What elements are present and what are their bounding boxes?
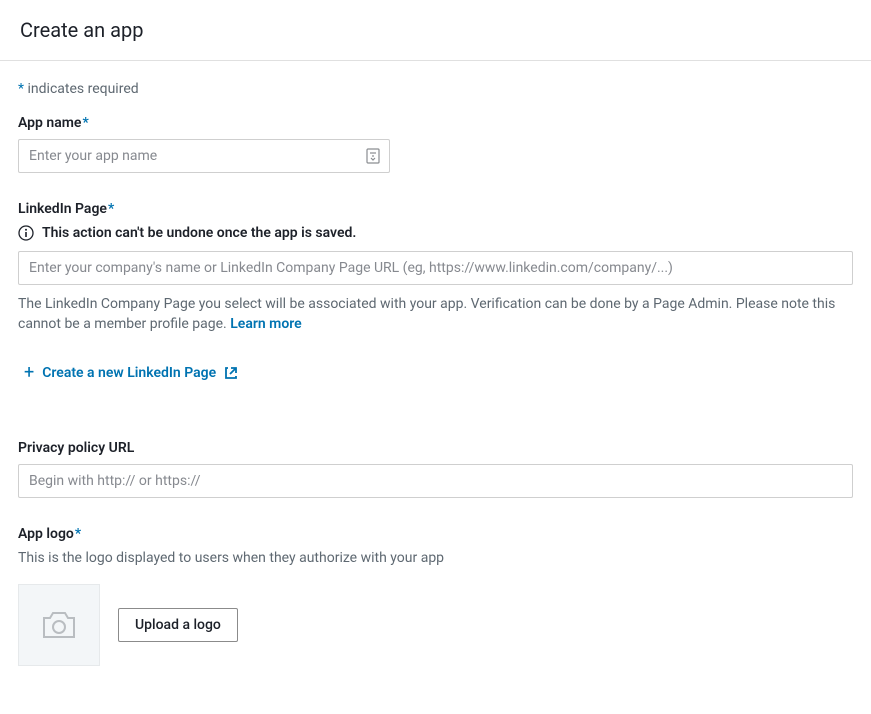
app-name-input[interactable] xyxy=(18,139,390,173)
app-name-label: App name* xyxy=(18,115,853,131)
info-icon xyxy=(18,225,34,241)
required-note-text: indicates required xyxy=(24,81,139,97)
logo-upload-row: Upload a logo xyxy=(18,584,853,666)
required-asterisk: * xyxy=(82,115,88,131)
privacy-policy-label: Privacy policy URL xyxy=(18,440,853,456)
form-content: * indicates required App name* LinkedIn … xyxy=(0,61,871,714)
app-name-input-wrapper xyxy=(18,139,390,173)
page-title: Create an app xyxy=(20,18,851,42)
required-asterisk: * xyxy=(75,526,81,542)
required-asterisk: * xyxy=(108,201,114,217)
autofill-icon xyxy=(366,148,380,164)
linkedin-page-group: LinkedIn Page* This action can't be undo… xyxy=(18,201,853,412)
linkedin-page-input[interactable] xyxy=(18,251,853,285)
privacy-policy-input[interactable] xyxy=(18,464,853,498)
required-indicator-note: * indicates required xyxy=(18,81,853,97)
linkedin-page-label: LinkedIn Page* xyxy=(18,201,853,217)
privacy-policy-group: Privacy policy URL xyxy=(18,440,853,498)
app-logo-label: App logo* xyxy=(18,526,853,542)
learn-more-link[interactable]: Learn more xyxy=(230,316,301,332)
camera-icon xyxy=(41,610,77,640)
linkedin-page-help: The LinkedIn Company Page you select wil… xyxy=(18,295,853,334)
app-name-group: App name* xyxy=(18,115,853,173)
page-header: Create an app xyxy=(0,0,871,61)
upload-logo-button[interactable]: Upload a logo xyxy=(118,608,238,642)
app-logo-help: This is the logo displayed to users when… xyxy=(18,550,853,566)
app-logo-group: App logo* This is the logo displayed to … xyxy=(18,526,853,666)
create-linkedin-page-link[interactable]: + Create a new LinkedIn Page xyxy=(24,364,238,382)
logo-placeholder[interactable] xyxy=(18,584,100,666)
linkedin-page-warning: This action can't be undone once the app… xyxy=(18,225,853,241)
external-link-icon xyxy=(224,366,238,380)
plus-icon: + xyxy=(24,364,34,382)
create-linkedin-page-text: Create a new LinkedIn Page xyxy=(42,365,216,381)
linkedin-page-warning-text: This action can't be undone once the app… xyxy=(42,225,356,241)
